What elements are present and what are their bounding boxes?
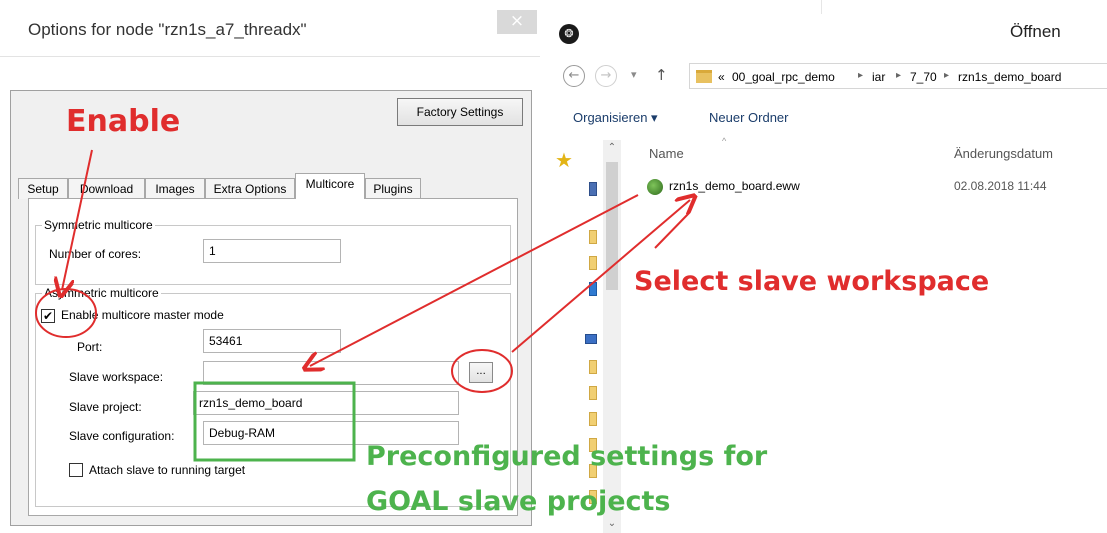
factory-settings-button[interactable]: Factory Settings [397, 98, 523, 126]
scrollbar-thumb[interactable] [606, 162, 618, 290]
nav-scrollbar[interactable]: ⌃ ⌄ [603, 140, 621, 533]
tab-plugins[interactable]: Plugins [365, 178, 421, 199]
asymmetric-group-title: Asymmetric multicore [42, 286, 161, 300]
back-button[interactable]: ← [563, 65, 585, 87]
slave-configuration-label: Slave configuration: [69, 429, 175, 443]
breadcrumb-separator-icon: ▸ [858, 70, 864, 81]
file-dialog-toolbar: Organisieren ▾ Neuer Ordner [551, 100, 1107, 136]
sort-indicator-icon: ^ [722, 136, 727, 146]
tab-setup[interactable]: Setup [18, 178, 68, 199]
slave-project-input[interactable]: rzn1s_demo_board [193, 391, 459, 415]
symmetric-group-title: Symmetric multicore [42, 218, 155, 232]
open-dialog-title: Öffnen [1010, 22, 1061, 41]
column-header-name[interactable]: Name [649, 146, 684, 161]
options-titlebar: Options for node "rzn1s_a7_threadx" × [0, 0, 540, 56]
enable-master-label: Enable multicore master mode [61, 308, 224, 322]
folder-icon[interactable] [589, 360, 597, 374]
annotation-preconfigured-line1: Preconfigured settings for [366, 441, 768, 472]
folder-icon [696, 70, 712, 83]
titlebar-divider [0, 56, 540, 57]
folder-icon[interactable] [589, 256, 597, 270]
browse-workspace-button[interactable]: ... [469, 362, 493, 383]
annotation-preconfigured-line2: GOAL slave projects [366, 486, 671, 517]
port-label: Port: [77, 340, 103, 354]
enable-master-checkbox[interactable]: ✔ [41, 309, 55, 323]
breadcrumb-separator-icon: ▸ [896, 70, 902, 81]
favorites-star-icon[interactable]: ★ [555, 148, 573, 172]
new-folder-button[interactable]: Neuer Ordner [709, 110, 788, 125]
annotation-enable: Enable [66, 104, 181, 139]
breadcrumb-overflow[interactable]: « [718, 70, 725, 84]
scroll-down-icon[interactable]: ⌄ [606, 518, 618, 529]
port-input[interactable]: 53461 [203, 329, 341, 353]
scroll-up-icon[interactable]: ⌃ [606, 142, 618, 153]
slave-workspace-label: Slave workspace: [69, 370, 164, 384]
attach-slave-checkbox[interactable] [69, 463, 83, 477]
organize-menu-button[interactable]: Organisieren ▾ [573, 110, 658, 126]
library-icon[interactable] [589, 282, 597, 296]
slave-project-label: Slave project: [69, 400, 142, 414]
tab-download[interactable]: Download [68, 178, 145, 199]
address-bar[interactable]: « 00_goal_rpc_demo ▸ iar ▸ 7_70 ▸ rzn1s_… [689, 63, 1107, 89]
annotation-select-slave: Select slave workspace [634, 266, 990, 297]
number-of-cores-label: Number of cores: [49, 247, 142, 261]
options-dialog-title: Options for node "rzn1s_a7_threadx" [28, 20, 307, 39]
desktop-icon[interactable] [589, 182, 597, 196]
up-folder-button[interactable]: ↑ [655, 66, 668, 84]
file-row[interactable]: rzn1s_demo_board.eww 02.08.2018 11:44 [647, 176, 1107, 198]
file-name: rzn1s_demo_board.eww [669, 179, 800, 193]
close-button[interactable]: × [497, 10, 537, 34]
tab-extra-options[interactable]: Extra Options [205, 178, 295, 199]
breadcrumb-item[interactable]: iar [872, 70, 885, 84]
forward-button[interactable]: → [595, 65, 617, 87]
open-dialog-titlebar: ❂ Öffnen [551, 0, 1107, 56]
column-header-modified[interactable]: Änderungsdatum [954, 146, 1053, 161]
tab-multicore[interactable]: Multicore [295, 173, 365, 199]
history-dropdown-icon[interactable]: ▾ [631, 68, 637, 81]
iar-workspace-icon [647, 179, 663, 195]
computer-icon[interactable] [585, 334, 597, 344]
breadcrumb-item[interactable]: rzn1s_demo_board [958, 70, 1061, 84]
folder-icon[interactable] [589, 412, 597, 426]
file-modified-date: 02.08.2018 11:44 [954, 179, 1047, 193]
folder-icon[interactable] [589, 386, 597, 400]
slave-workspace-input[interactable] [203, 361, 459, 385]
breadcrumb-item[interactable]: 7_70 [910, 70, 937, 84]
breadcrumb-item[interactable]: 00_goal_rpc_demo [732, 70, 835, 84]
tab-images[interactable]: Images [145, 178, 205, 199]
folder-icon[interactable] [589, 230, 597, 244]
attach-slave-label: Attach slave to running target [89, 463, 246, 477]
breadcrumb-separator-icon: ▸ [944, 70, 950, 81]
iar-logo-icon: ❂ [559, 24, 579, 44]
number-of-cores-input[interactable]: 1 [203, 239, 341, 263]
